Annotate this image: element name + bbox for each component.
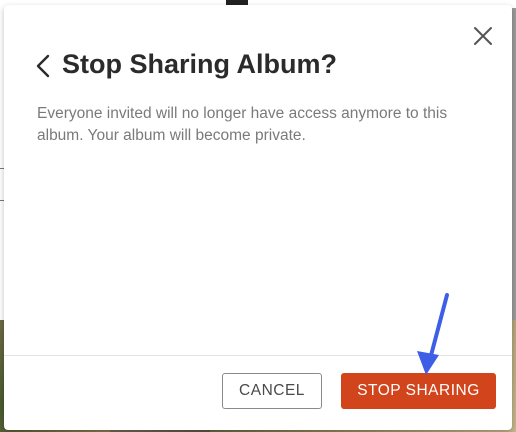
stop-sharing-dialog: Stop Sharing Album? Everyone invited wil… xyxy=(4,5,512,430)
dialog-message: Everyone invited will no longer have acc… xyxy=(37,105,448,144)
arrow-down-icon xyxy=(417,293,449,375)
cancel-button[interactable]: CANCEL xyxy=(222,373,322,409)
close-icon xyxy=(474,27,492,45)
chevron-left-icon xyxy=(36,54,50,78)
back-button[interactable] xyxy=(32,51,54,81)
close-button[interactable] xyxy=(468,21,498,51)
dialog-title: Stop Sharing Album? xyxy=(62,49,337,79)
